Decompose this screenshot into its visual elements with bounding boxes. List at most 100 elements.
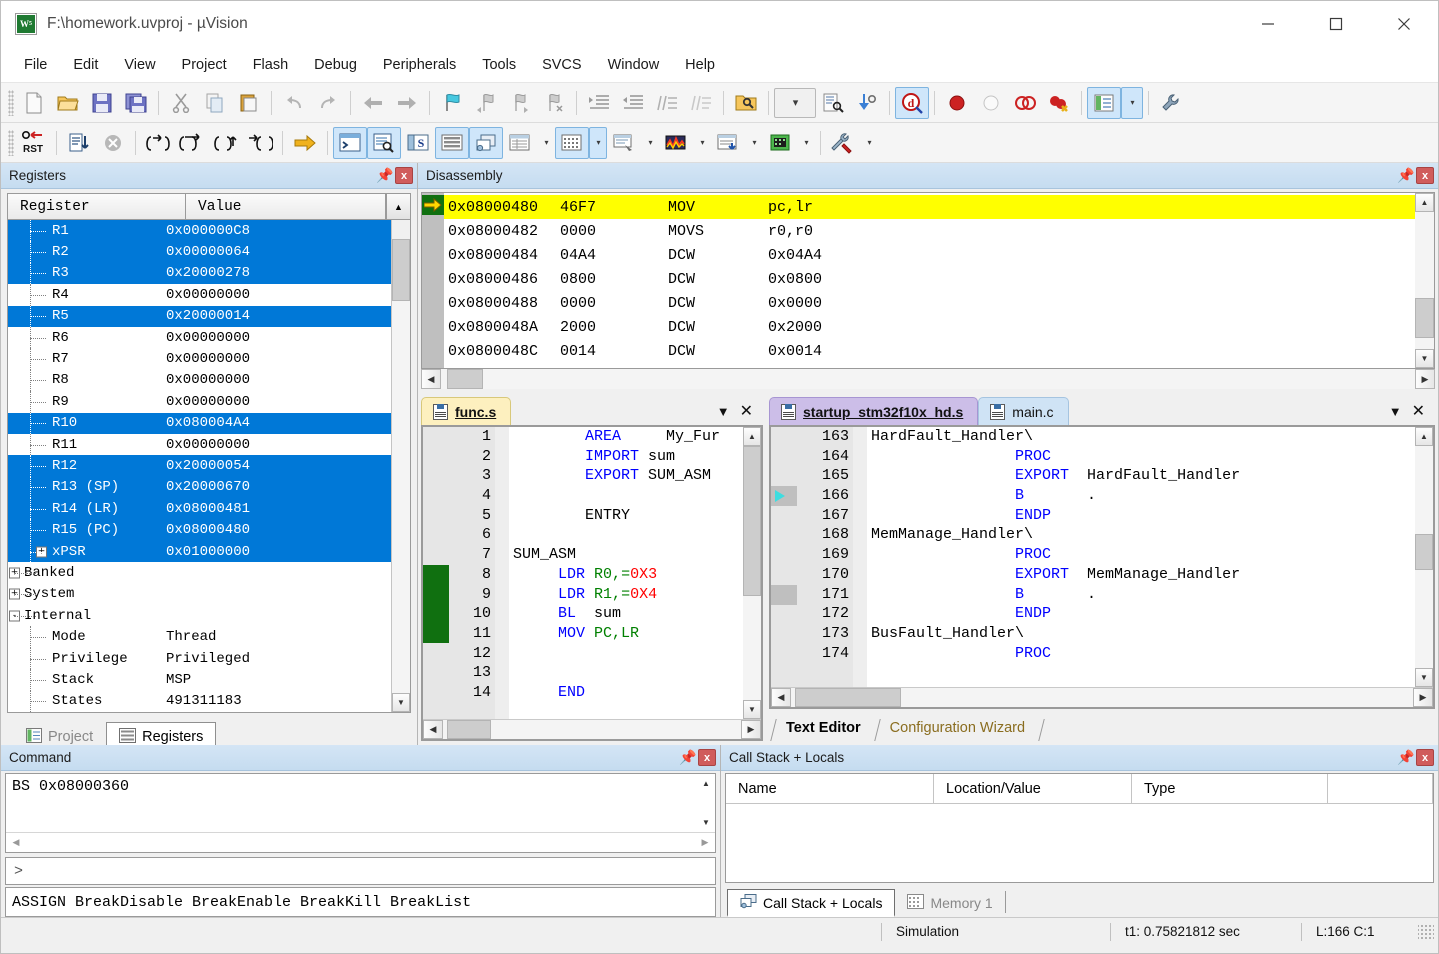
register-row[interactable]: R11 0x00000000 bbox=[8, 433, 391, 456]
tab-startup-stm32f10x-hd-s[interactable]: startup_stm32f10x_hd.s bbox=[769, 397, 979, 425]
disassembly-lines[interactable]: 0x08000480 46F7 MOV pc,lr 0x08000482 0000 MOVS… bbox=[444, 193, 1415, 368]
column-header-register[interactable]: Register bbox=[8, 194, 186, 219]
watch-windows-icon[interactable] bbox=[503, 127, 537, 159]
func-code-area[interactable]: AREA My_Fur IMPORT sum EXPORT SUM_ASM EN… bbox=[509, 427, 743, 719]
scroll-down-icon[interactable]: ▼ bbox=[743, 700, 761, 719]
find-dropdown-icon[interactable]: ▾ bbox=[774, 87, 816, 118]
minimize-button[interactable] bbox=[1234, 1, 1302, 47]
scroll-right-icon[interactable]: ▶ bbox=[1415, 369, 1435, 389]
register-row[interactable]: R3 0x20000278 bbox=[8, 262, 391, 285]
scroll-right-icon[interactable]: ▶ bbox=[695, 833, 715, 852]
scroll-up-icon[interactable]: ▲ bbox=[1415, 193, 1434, 212]
goto-definition-icon[interactable] bbox=[850, 87, 884, 119]
menu-project[interactable]: Project bbox=[169, 53, 240, 77]
register-row[interactable]: R14 (LR) 0x08000481 bbox=[8, 498, 391, 520]
startup-editor-scrollbar[interactable]: ▲ ▼ bbox=[1415, 427, 1433, 687]
outdent-icon[interactable] bbox=[616, 87, 650, 119]
scroll-thumb[interactable] bbox=[1415, 534, 1433, 570]
toolbox-dropdown-icon[interactable]: ▾ bbox=[860, 127, 878, 159]
scroll-left-icon[interactable]: ◀ bbox=[771, 688, 791, 707]
disassembly-line[interactable]: 0x08000484 04A4 DCW 0x04A4 bbox=[444, 243, 1415, 267]
registers-scrollbar[interactable]: ▲ ▼ bbox=[391, 220, 410, 712]
command-output-hscrollbar[interactable]: ◀ ▶ bbox=[6, 832, 715, 852]
disassembly-line[interactable]: 0x0800048A 2000 DCW 0x2000 bbox=[444, 315, 1415, 339]
scroll-down-icon[interactable]: ▼ bbox=[392, 692, 410, 712]
new-file-icon[interactable] bbox=[17, 87, 51, 119]
scroll-right-icon[interactable]: ▶ bbox=[1413, 688, 1433, 707]
watch-dropdown-icon[interactable]: ▾ bbox=[537, 127, 555, 159]
scroll-left-icon[interactable]: ◀ bbox=[6, 833, 26, 852]
system-viewer-dropdown-icon[interactable]: ▾ bbox=[797, 127, 815, 159]
call-stack-window-icon[interactable] bbox=[469, 126, 503, 159]
serial-windows-icon[interactable] bbox=[607, 127, 641, 159]
scroll-down-icon[interactable]: ▼ bbox=[697, 813, 715, 832]
register-row[interactable]: R2 0x00000064 bbox=[8, 241, 391, 263]
scroll-left-icon[interactable]: ◀ bbox=[421, 369, 441, 389]
comment-icon[interactable] bbox=[650, 87, 684, 119]
close-icon[interactable]: x bbox=[395, 167, 413, 184]
column-header-name[interactable]: Name bbox=[726, 774, 934, 803]
menu-edit[interactable]: Edit bbox=[60, 53, 111, 77]
serial-dropdown-icon[interactable]: ▾ bbox=[641, 127, 659, 159]
register-row[interactable]: R5 0x20000014 bbox=[8, 305, 391, 327]
chevron-down-icon[interactable]: ▼ bbox=[1389, 404, 1402, 419]
run-to-cursor-icon[interactable] bbox=[243, 127, 277, 159]
scroll-thumb[interactable] bbox=[743, 446, 761, 596]
scroll-track[interactable] bbox=[392, 239, 410, 693]
register-row[interactable]: - Internal bbox=[8, 605, 391, 626]
scroll-track[interactable] bbox=[743, 446, 761, 700]
command-output-scrollbar[interactable]: ▲ ▼ bbox=[697, 774, 715, 832]
disassembly-line[interactable]: 0x08000482 0000 MOVS r0,r0 bbox=[444, 219, 1415, 243]
navigate-forward-icon[interactable] bbox=[390, 87, 424, 119]
register-row[interactable]: + System bbox=[8, 584, 391, 605]
system-viewer-icon[interactable] bbox=[763, 127, 797, 159]
menu-flash[interactable]: Flash bbox=[240, 53, 301, 77]
register-row[interactable]: R13 (SP) 0x20000670 bbox=[8, 476, 391, 499]
toolbox-icon[interactable] bbox=[826, 127, 860, 159]
pin-icon[interactable]: 📌 bbox=[678, 748, 698, 768]
column-header-type[interactable]: Type bbox=[1132, 774, 1328, 803]
register-row[interactable]: R9 0x00000000 bbox=[8, 391, 391, 413]
pin-icon[interactable]: 📌 bbox=[375, 166, 395, 186]
register-row[interactable]: R10 0x080004A4 bbox=[8, 412, 391, 434]
step-over-icon[interactable] bbox=[175, 127, 209, 159]
startup-editor-hscrollbar[interactable]: ◀ ▶ bbox=[771, 687, 1433, 707]
scroll-up-icon[interactable]: ▲ bbox=[743, 427, 761, 446]
undo-icon[interactable] bbox=[277, 87, 311, 119]
memory-dropdown-icon[interactable]: ▾ bbox=[589, 126, 607, 159]
scroll-up-icon[interactable]: ▲ bbox=[1415, 427, 1433, 446]
close-icon[interactable]: x bbox=[1416, 167, 1434, 184]
copy-icon[interactable] bbox=[198, 87, 232, 119]
tab-memory-1[interactable]: Memory 1 bbox=[895, 889, 1004, 917]
scroll-track[interactable] bbox=[791, 688, 1413, 707]
register-row[interactable]: R8 0x00000000 bbox=[8, 369, 391, 392]
scroll-track[interactable] bbox=[441, 369, 1415, 389]
scroll-thumb[interactable] bbox=[795, 688, 901, 707]
reset-cpu-icon[interactable]: RST bbox=[17, 127, 51, 159]
menu-file[interactable]: File bbox=[11, 53, 60, 77]
start-stop-debug-icon[interactable]: d bbox=[895, 86, 929, 119]
bookmark-toggle-icon[interactable] bbox=[435, 87, 469, 119]
bookmark-clear-icon[interactable] bbox=[537, 87, 571, 119]
resize-grip-icon[interactable] bbox=[1418, 923, 1434, 940]
disassembly-line[interactable]: 0x08000486 0800 DCW 0x0800 bbox=[444, 267, 1415, 291]
scroll-thumb[interactable] bbox=[1415, 298, 1434, 338]
scroll-thumb[interactable] bbox=[447, 369, 483, 389]
startup-editor-margin[interactable] bbox=[771, 427, 797, 687]
menu-window[interactable]: Window bbox=[595, 53, 673, 77]
manage-dropdown-icon[interactable]: ▾ bbox=[1121, 86, 1143, 119]
scroll-track[interactable] bbox=[1415, 212, 1434, 349]
scroll-down-icon[interactable]: ▼ bbox=[1415, 349, 1434, 368]
command-input[interactable]: > bbox=[5, 857, 716, 885]
register-row[interactable]: + xPSR 0x01000000 bbox=[8, 540, 391, 563]
func-editor-scrollbar[interactable]: ▲ ▼ bbox=[743, 427, 761, 719]
menu-tools[interactable]: Tools bbox=[469, 53, 529, 77]
configure-target-options-icon[interactable] bbox=[1154, 87, 1188, 119]
stop-icon[interactable] bbox=[96, 127, 130, 159]
tab-func-s[interactable]: func.s bbox=[421, 397, 512, 425]
manage-project-items-icon[interactable] bbox=[1087, 86, 1121, 119]
register-row[interactable]: R1 0x000000C8 bbox=[8, 220, 391, 242]
disassembly-gutter[interactable] bbox=[422, 193, 444, 368]
register-row[interactable]: Mode Thread bbox=[8, 626, 391, 648]
run-icon[interactable] bbox=[62, 127, 96, 159]
